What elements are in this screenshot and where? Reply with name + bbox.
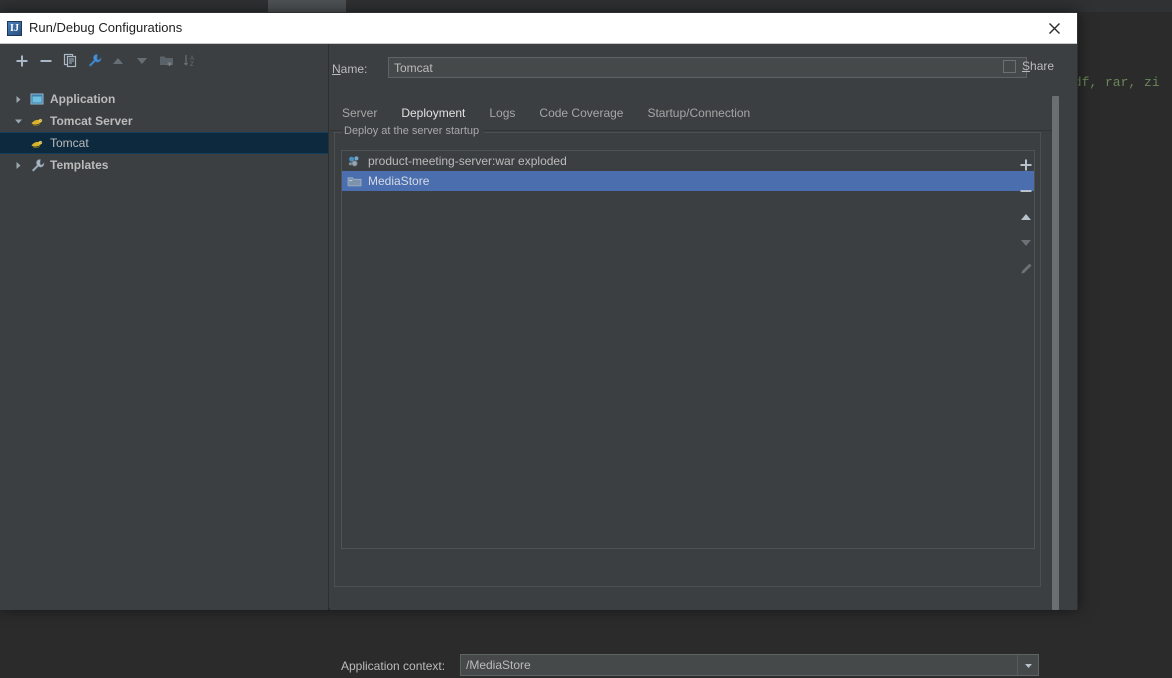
move-down-button[interactable] <box>130 49 154 73</box>
create-folder-button[interactable] <box>154 49 178 73</box>
chevron-right-icon[interactable] <box>12 93 24 105</box>
remove-configuration-button[interactable] <box>34 49 58 73</box>
minus-icon <box>39 54 53 68</box>
chevron-right-icon[interactable] <box>12 159 24 171</box>
arrow-down-icon <box>1019 236 1033 250</box>
ide-editor-tab[interactable] <box>268 0 346 12</box>
sort-icon: A Z <box>183 53 198 68</box>
name-label: Name: <box>332 62 367 76</box>
configurations-tree: Application Tomcat Server Tomcat Templat… <box>0 88 328 610</box>
edit-artifact-button[interactable] <box>1013 256 1038 282</box>
tree-item-label: Tomcat <box>50 136 89 150</box>
configuration-editor-panel: Name: Share Server Deployment Logs Code … <box>330 44 1077 676</box>
run-debug-configurations-dialog: IJ Run/Debug Configurations A Z Applicat… <box>0 12 1078 676</box>
tree-item-tomcat[interactable]: Tomcat <box>0 132 328 154</box>
add-artifact-button[interactable] <box>1013 152 1038 178</box>
tab-code-coverage[interactable]: Code Coverage <box>527 102 635 129</box>
share-label: Share <box>1022 59 1054 73</box>
tree-item-tomcat-server[interactable]: Tomcat Server <box>0 110 328 132</box>
application-context-label: Application context: <box>341 659 446 673</box>
share-label-mnemonic: S <box>1022 59 1031 73</box>
deployment-artifacts-list[interactable]: product-meeting-server:war exploded Medi… <box>341 150 1035 549</box>
tomcat-icon <box>29 113 45 129</box>
deploy-at-startup-group: Deploy at the server startup product-mee… <box>334 125 1041 676</box>
copy-icon <box>63 53 78 68</box>
configurations-toolbar: A Z <box>0 44 328 77</box>
arrow-up-icon <box>1019 210 1033 224</box>
copy-configuration-button[interactable] <box>58 49 82 73</box>
remove-artifact-button[interactable] <box>1013 178 1038 204</box>
list-item-label: MediaStore <box>368 174 430 188</box>
chevron-down-icon[interactable] <box>1017 655 1038 675</box>
folder-icon <box>346 173 362 189</box>
application-context-row: Application context: /MediaStore <box>339 654 1046 678</box>
name-input[interactable] <box>388 57 1027 78</box>
tree-item-templates[interactable]: Templates <box>0 154 328 176</box>
move-artifact-down-button[interactable] <box>1013 230 1038 256</box>
minus-icon <box>1019 184 1033 198</box>
name-label-rest: ame: <box>340 62 368 76</box>
close-button[interactable] <box>1032 13 1077 43</box>
ide-editor-code-text: pdf, rar, zi <box>1066 75 1160 90</box>
move-up-button[interactable] <box>106 49 130 73</box>
wrench-icon <box>87 53 102 68</box>
list-item-label: product-meeting-server:war exploded <box>368 154 567 168</box>
dialog-title: Run/Debug Configurations <box>29 20 183 35</box>
move-artifact-up-button[interactable] <box>1013 204 1038 230</box>
add-configuration-button[interactable] <box>10 49 34 73</box>
list-item[interactable]: MediaStore <box>342 171 1034 191</box>
tomcat-icon <box>29 135 45 151</box>
sort-configurations-button[interactable]: A Z <box>178 49 202 73</box>
share-checkbox[interactable] <box>1003 59 1016 73</box>
wrench-icon <box>29 157 45 173</box>
name-row: Name: Share <box>330 57 1077 83</box>
svg-text:Z: Z <box>190 62 194 68</box>
intellij-idea-icon: IJ <box>7 21 22 36</box>
folder-add-icon <box>159 53 174 68</box>
edit-templates-button[interactable] <box>82 49 106 73</box>
plus-icon <box>15 54 29 68</box>
artifact-list-toolbar <box>1013 152 1038 282</box>
list-item[interactable]: product-meeting-server:war exploded <box>342 151 1034 171</box>
application-context-combobox[interactable]: /MediaStore <box>460 654 1039 676</box>
tree-item-label: Tomcat Server <box>50 114 133 128</box>
configurations-sidebar: A Z Application Tomcat Server Tomcat Tem… <box>0 44 329 610</box>
content-scrollbar-thumb[interactable] <box>1052 96 1059 610</box>
pencil-icon <box>1019 262 1033 276</box>
deploy-at-startup-title: Deploy at the server startup <box>342 125 485 137</box>
chevron-down-icon[interactable] <box>12 115 24 127</box>
share-label-rest: hare <box>1030 59 1055 73</box>
tree-item-application[interactable]: Application <box>0 88 328 110</box>
arrow-down-icon <box>135 54 149 68</box>
tree-item-label: Templates <box>50 158 109 172</box>
tree-item-label: Application <box>50 92 116 106</box>
arrow-up-icon <box>111 54 125 68</box>
application-context-value: /MediaStore <box>466 658 531 672</box>
plus-icon <box>1019 158 1033 172</box>
ide-toolbar-strip <box>0 0 1172 12</box>
artifact-icon <box>346 153 362 169</box>
content-scrollbar[interactable] <box>1048 96 1062 610</box>
close-icon <box>1048 22 1061 35</box>
tab-logs[interactable]: Logs <box>477 102 527 129</box>
tab-startup-connection[interactable]: Startup/Connection <box>635 102 762 129</box>
dialog-titlebar: IJ Run/Debug Configurations <box>0 13 1077 44</box>
share-checkbox-row[interactable]: Share <box>1003 59 1054 73</box>
name-label-mnemonic: N <box>332 62 341 76</box>
application-window-icon <box>29 91 45 107</box>
